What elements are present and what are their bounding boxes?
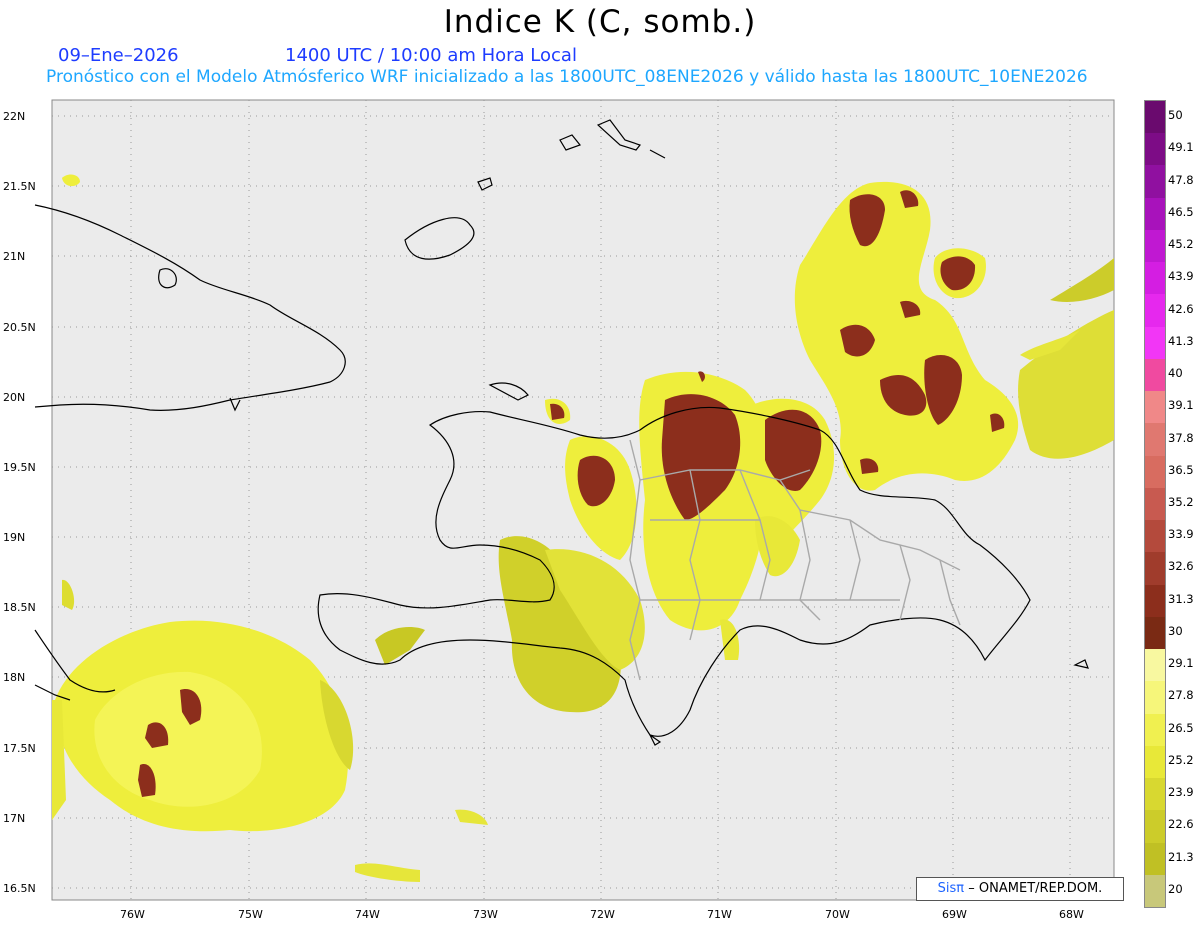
forecast-description: Pronóstico con el Modelo Atmósferico WRF… bbox=[46, 67, 1088, 87]
colorbar-segment bbox=[1145, 133, 1165, 166]
colorbar bbox=[1144, 100, 1166, 908]
colorbar-label: 31.3 bbox=[1168, 591, 1194, 606]
colorbar-segment bbox=[1145, 745, 1165, 779]
lat-label: 17N bbox=[3, 812, 25, 825]
colorbar-label: 49.1 bbox=[1168, 140, 1194, 155]
colorbar-label: 45.2 bbox=[1168, 237, 1194, 252]
colorbar-segment bbox=[1145, 165, 1165, 199]
colorbar-label: 46.5 bbox=[1168, 204, 1194, 219]
lat-label: 21N bbox=[3, 250, 25, 263]
colorbar-label: 43.9 bbox=[1168, 269, 1194, 284]
colorbar-segment bbox=[1145, 326, 1165, 360]
colorbar-segment bbox=[1145, 101, 1165, 134]
lon-label: 71W bbox=[707, 908, 732, 921]
colorbar-segment bbox=[1145, 713, 1165, 747]
k-index-map: 22N 21.5N 21N 20.5N 20N 19.5N 19N 18.5N … bbox=[3, 99, 1115, 921]
lon-label: 68W bbox=[1059, 908, 1084, 921]
colorbar-label: 33.9 bbox=[1168, 527, 1194, 542]
colorbar-segment bbox=[1145, 810, 1165, 843]
forecast-time: 1400 UTC / 10:00 am Hora Local bbox=[285, 45, 577, 66]
lat-label: 18.5N bbox=[3, 601, 36, 614]
longitude-labels: 76W 75W 74W 73W 72W 71W 70W 69W 68W bbox=[120, 908, 1084, 921]
colorbar-segment bbox=[1145, 197, 1165, 231]
colorbar-label: 35.2 bbox=[1168, 495, 1194, 509]
colorbar-label: 37.8 bbox=[1168, 430, 1194, 445]
colorbar-label: 29.1 bbox=[1168, 656, 1194, 671]
chart-title: Indice K (C, somb.) bbox=[443, 4, 757, 40]
lon-label: 76W bbox=[120, 908, 145, 921]
colorbar-label: 21.3 bbox=[1168, 849, 1194, 864]
colorbar-label: 36.5 bbox=[1168, 462, 1194, 477]
colorbar-label: 23.9 bbox=[1168, 785, 1194, 800]
colorbar-segment bbox=[1145, 391, 1165, 424]
colorbar-segment bbox=[1145, 649, 1165, 682]
lat-label: 16.5N bbox=[3, 882, 36, 895]
colorbar-segment bbox=[1145, 681, 1165, 715]
colorbar-label: 41.3 bbox=[1168, 333, 1194, 348]
lat-label: 20.5N bbox=[3, 321, 36, 334]
lat-label: 22N bbox=[3, 110, 25, 123]
colorbar-label: 27.8 bbox=[1168, 688, 1194, 703]
colorbar-segment bbox=[1145, 229, 1165, 263]
colorbar-segment bbox=[1145, 584, 1165, 618]
colorbar-segment bbox=[1145, 778, 1165, 811]
colorbar-segment bbox=[1145, 423, 1165, 457]
colorbar-segment bbox=[1145, 520, 1165, 553]
lon-label: 74W bbox=[355, 908, 380, 921]
lat-label: 18N bbox=[3, 671, 25, 684]
colorbar-segment bbox=[1145, 262, 1165, 295]
sispi-logo: Sisπ bbox=[937, 881, 965, 896]
colorbar-segment bbox=[1145, 842, 1165, 876]
colorbar-segment bbox=[1145, 552, 1165, 586]
lat-label: 19N bbox=[3, 531, 25, 544]
lon-label: 70W bbox=[825, 908, 850, 921]
colorbar-label: 39.1 bbox=[1168, 398, 1194, 413]
colorbar-segment bbox=[1145, 358, 1165, 392]
colorbar-label: 20 bbox=[1168, 881, 1183, 896]
lat-label: 21.5N bbox=[3, 180, 36, 193]
colorbar-label: 42.6 bbox=[1168, 301, 1194, 316]
lat-label: 20N bbox=[3, 391, 25, 404]
colorbar-label: 30 bbox=[1168, 623, 1183, 638]
colorbar-label: 22.6 bbox=[1168, 817, 1194, 832]
lon-label: 72W bbox=[590, 908, 615, 921]
colorbar-label: 50 bbox=[1168, 108, 1183, 123]
lat-label: 17.5N bbox=[3, 742, 36, 755]
lon-label: 75W bbox=[238, 908, 263, 921]
colorbar-label: 40 bbox=[1168, 366, 1183, 381]
lon-label: 73W bbox=[473, 908, 498, 921]
colorbar-segment bbox=[1145, 455, 1165, 489]
forecast-date: 09–Ene–2026 bbox=[58, 45, 179, 66]
colorbar-segment bbox=[1145, 874, 1165, 908]
latitude-labels: 22N 21.5N 21N 20.5N 20N 19.5N 19N 18.5N … bbox=[3, 110, 36, 895]
colorbar-segment bbox=[1145, 487, 1165, 521]
credit-text: – ONAMET/REP.DOM. bbox=[968, 881, 1103, 896]
colorbar-label: 32.6 bbox=[1168, 559, 1194, 574]
colorbar-label: 25.2 bbox=[1168, 752, 1194, 767]
lon-label: 69W bbox=[942, 908, 967, 921]
colorbar-label: 47.8 bbox=[1168, 172, 1194, 187]
colorbar-label: 26.5 bbox=[1168, 720, 1194, 735]
colorbar-segment bbox=[1145, 294, 1165, 328]
credit-box: Sisπ – ONAMET/REP.DOM. bbox=[916, 877, 1124, 901]
lat-label: 19.5N bbox=[3, 461, 36, 474]
colorbar-segment bbox=[1145, 616, 1165, 650]
